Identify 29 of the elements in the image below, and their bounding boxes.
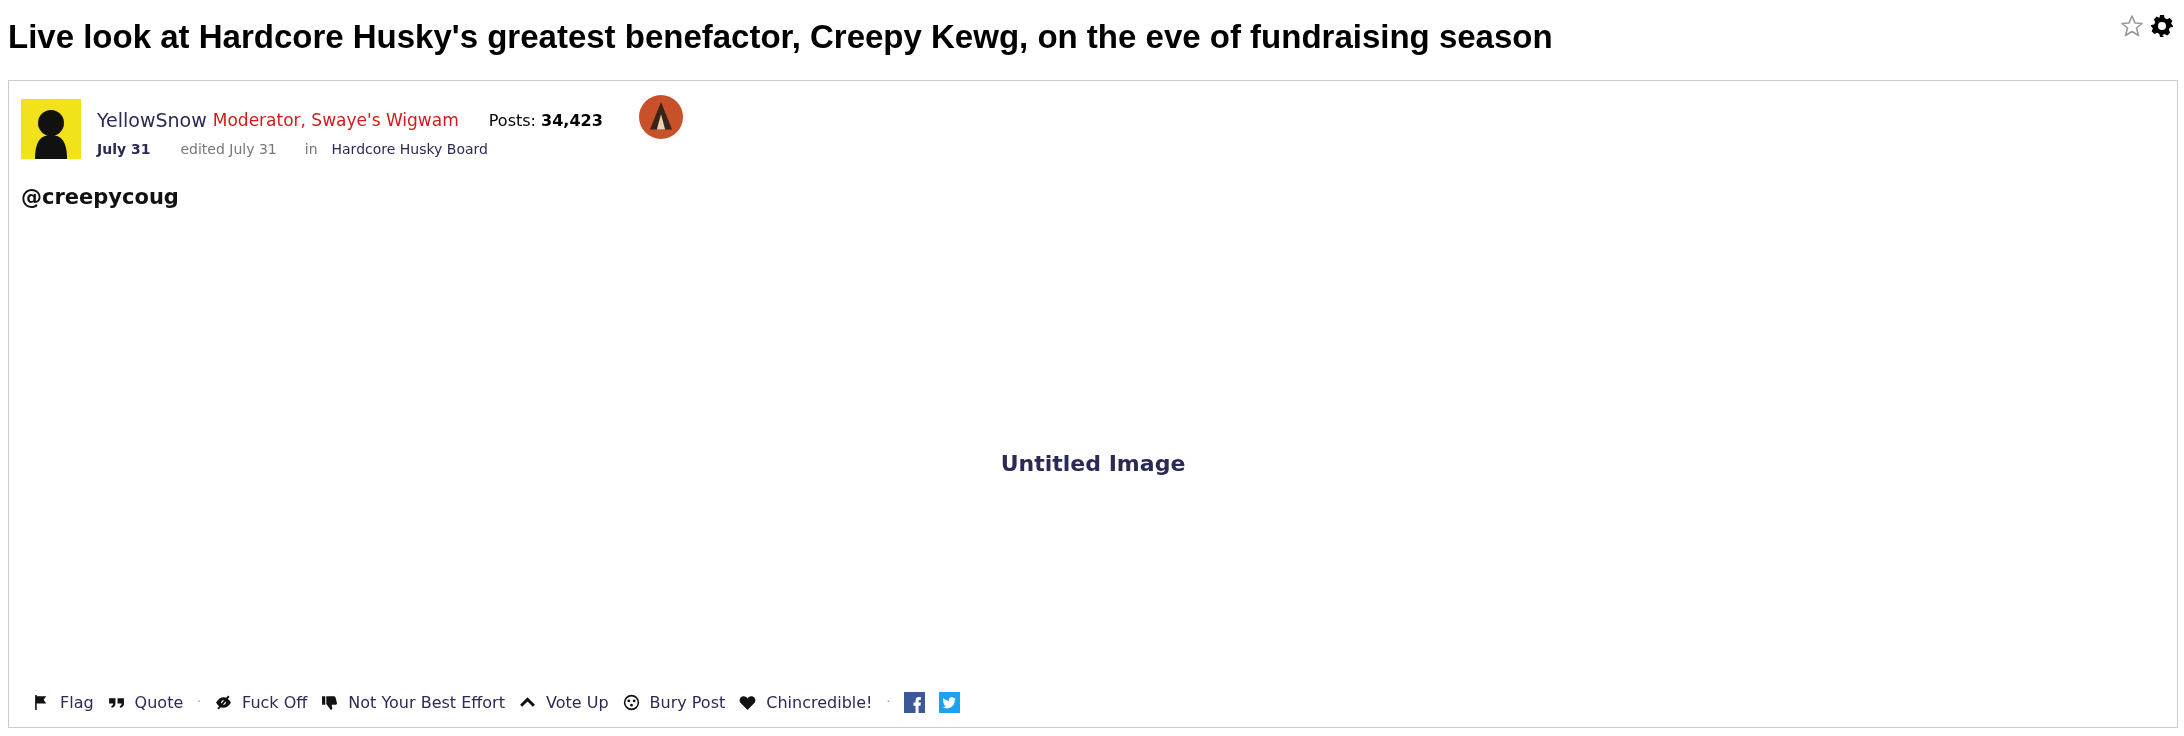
post-date[interactable]: July 31 xyxy=(97,141,151,157)
tent-badge-icon xyxy=(638,95,683,139)
eye-off-icon xyxy=(215,693,233,711)
post-action-link[interactable]: Fuck Off xyxy=(215,692,308,712)
post-action-link[interactable]: Quote xyxy=(107,692,184,712)
separator-dot: · xyxy=(886,695,891,709)
discussion-title: Live look at Hardcore Husky's greatest benefactor, Creepy Kewg, on the eve of fundraising season xyxy=(8,18,1553,56)
category-label: in xyxy=(304,141,318,157)
bookmark-star-icon[interactable] xyxy=(2120,14,2144,38)
heart-icon xyxy=(739,693,757,711)
settings-icon[interactable] xyxy=(2150,14,2174,38)
user-avatar[interactable] xyxy=(21,99,81,159)
edited-date: edited July 31 xyxy=(180,141,277,157)
separator-dot: · xyxy=(197,695,202,709)
twitter-icon[interactable] xyxy=(939,691,961,713)
post-count: Posts: 34,423 xyxy=(488,110,603,130)
thumbs-down-icon xyxy=(321,693,339,711)
post-action-link[interactable]: Not Your Best Effort xyxy=(321,692,505,712)
image-alt-text: Untitled Image xyxy=(1000,450,1186,476)
post-action-link[interactable]: Vote Up xyxy=(518,692,609,712)
facebook-icon[interactable] xyxy=(904,691,926,713)
post-body: @creepycoug xyxy=(21,185,180,209)
category-link[interactable]: Hardcore Husky Board xyxy=(331,141,488,157)
post-action-link[interactable]: Chincredible! xyxy=(739,692,873,712)
author-name[interactable]: YellowSnow xyxy=(97,109,207,131)
post-action-link[interactable]: Flag xyxy=(33,692,94,712)
bury-icon xyxy=(622,693,640,711)
user-role: Moderator, Swaye's Wigwam xyxy=(212,110,459,130)
post-action-link[interactable]: Bury Post xyxy=(622,692,726,712)
